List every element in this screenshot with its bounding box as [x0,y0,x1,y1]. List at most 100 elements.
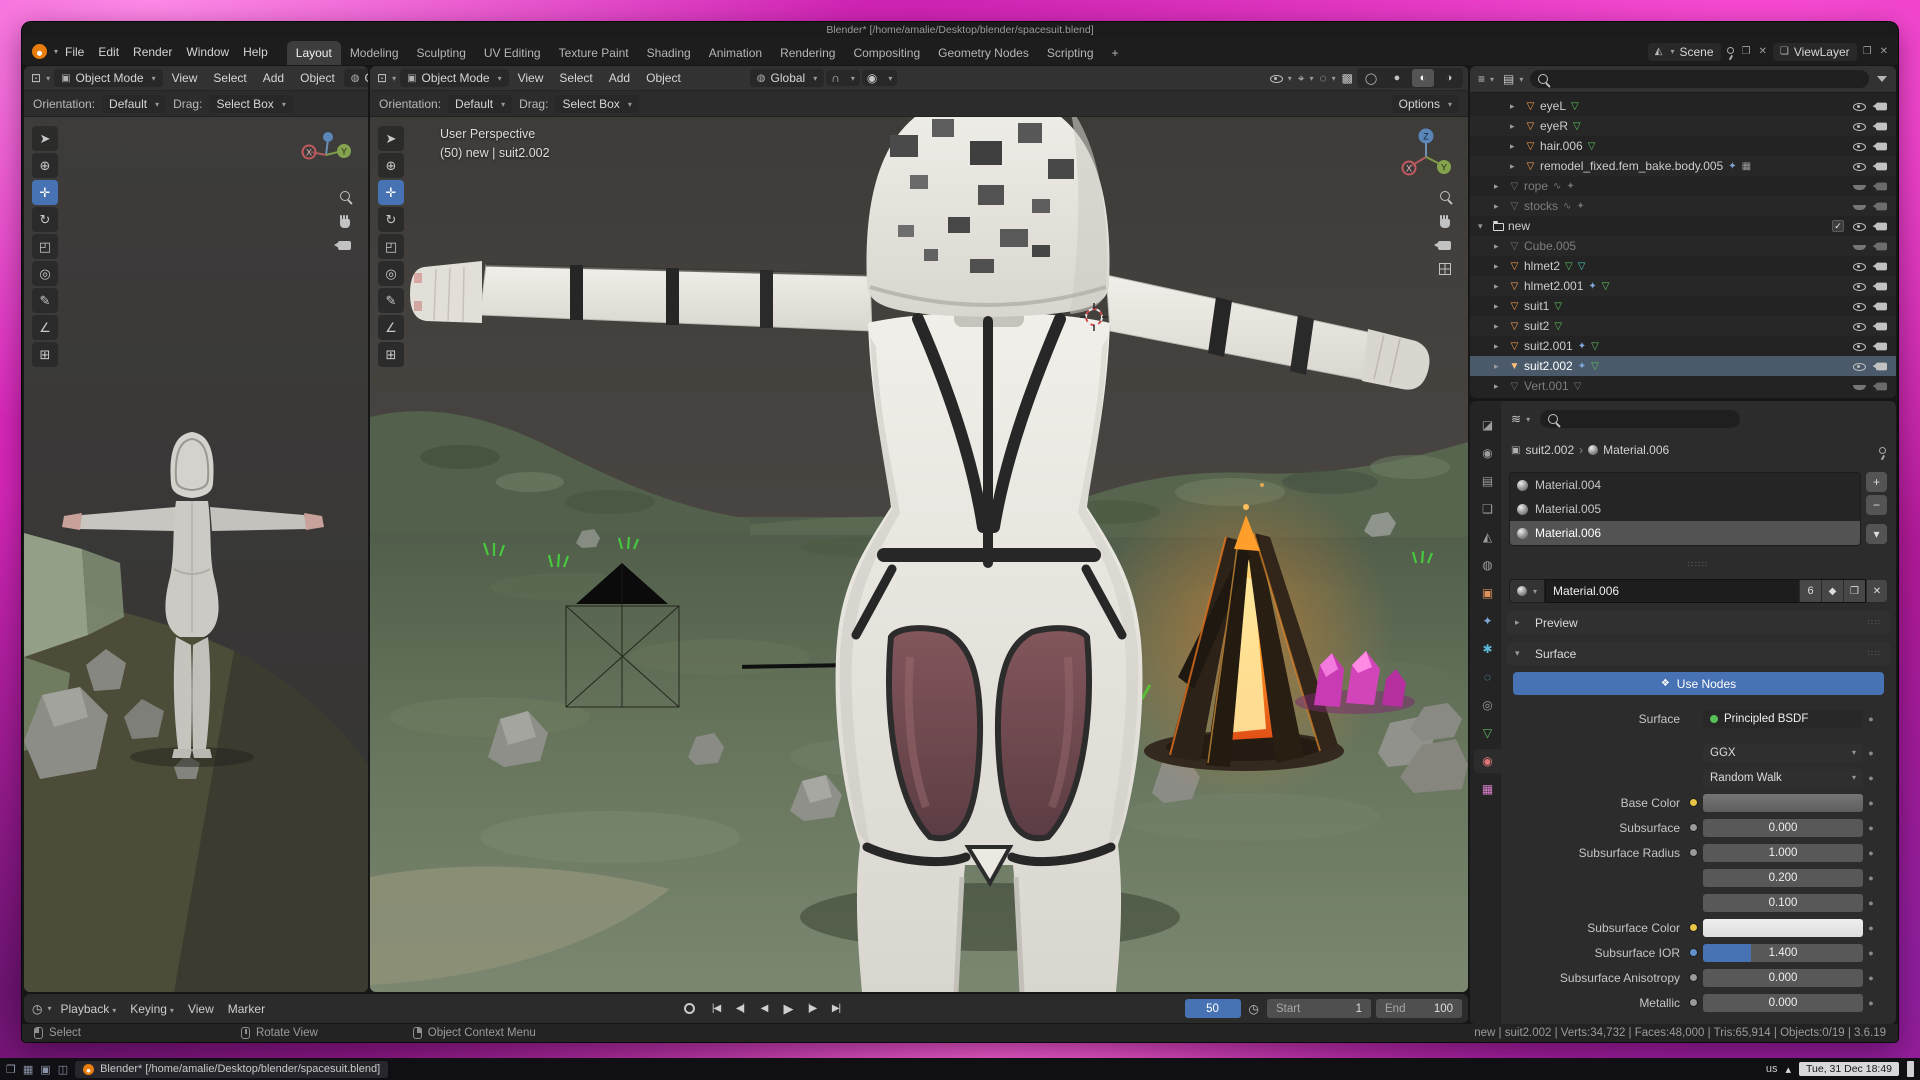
outliner-item[interactable]: ▸▽hlmet2▽▽ [1470,256,1896,276]
tab-constraints[interactable]: ◎ [1474,693,1501,717]
subsurface-radius-y[interactable]: 0.200 [1703,869,1863,887]
current-frame-field[interactable]: 50 [1185,999,1241,1018]
object-menu[interactable]: Object [293,69,342,87]
disclosure-icon[interactable]: ▸ [1510,141,1523,152]
outliner-item[interactable]: ▸▽suit1▽ [1470,296,1896,316]
play-button[interactable]: ▶ [777,999,799,1019]
marker-menu[interactable]: Marker [221,1000,272,1018]
ortho-grid-icon[interactable] [1439,263,1451,275]
outliner-item[interactable]: ▸▽rope∿✦ [1470,176,1896,196]
show-desktop-button[interactable] [1907,1061,1914,1077]
outliner-editor-icon[interactable]: ≡▾ [1476,72,1496,86]
viewport-secondary-canvas[interactable]: ➤ ⊕ ✛ ↻ ◰ ◎ ✎ ∠ ⊞ Y X [24,117,368,992]
eye-icon[interactable] [1853,301,1866,312]
filter-icon[interactable] [1877,76,1887,82]
tab-output[interactable]: ▤ [1474,469,1501,493]
surface-section-header[interactable]: ▾Surface∷∷ [1507,642,1890,665]
tab-object-data[interactable]: ▽ [1474,721,1501,745]
shading-rendered-icon[interactable]: ◑ [1438,69,1460,87]
subsurface-ior-slider[interactable]: 1.400 [1703,944,1863,962]
proportional-edit-icon[interactable]: ◉ [865,71,879,85]
tab-layout[interactable]: Layout [287,41,341,65]
camera-icon[interactable] [1876,202,1887,210]
outliner-display-mode-icon[interactable]: ▤▾ [1501,72,1525,86]
select-menu[interactable]: Select [206,69,253,87]
tab-texture[interactable]: ▦ [1474,777,1501,801]
breadcrumb-material[interactable]: Material.006 [1603,443,1669,457]
outliner-item[interactable]: ▸▽eyeR▽ [1470,116,1896,136]
eye-icon[interactable] [1853,361,1866,372]
camera-icon[interactable] [1876,122,1887,130]
close-viewlayer-icon[interactable]: ✕ [1878,46,1890,57]
tab-object[interactable]: ▣ [1474,581,1501,605]
camera-icon[interactable] [1876,362,1887,370]
pan-hand-icon[interactable] [1440,219,1450,228]
disclosure-icon[interactable]: ▸ [1494,241,1507,252]
editor-type-icon[interactable]: ⊡▾ [29,71,52,85]
panel-grip[interactable]: ∷∷∷ [1501,560,1896,569]
camera-icon[interactable] [1876,322,1887,330]
camera-icon[interactable] [1876,102,1887,110]
tab-tool[interactable]: ◪ [1474,413,1501,437]
disclosure-icon[interactable]: ▸ [1494,361,1507,372]
orientation-value-dropdown[interactable]: Default▾ [448,95,512,113]
tab-material[interactable]: ◉ [1474,749,1501,773]
editor-type-icon[interactable]: ⊡▾ [375,71,398,85]
measure-tool-button[interactable]: ∠ [32,315,58,340]
distribution-dropdown[interactable]: GGX▾ [1703,744,1863,762]
fake-user-shield-icon[interactable]: ◆ [1821,580,1843,602]
add-workspace-button[interactable]: + [1103,41,1128,65]
keyboard-layout-indicator[interactable]: us [1766,1063,1778,1075]
eye-closed-icon[interactable] [1853,181,1866,192]
scale-tool-button[interactable]: ◰ [378,234,404,259]
blender-logo-icon[interactable] [32,44,47,59]
end-frame-field[interactable]: End100 [1376,999,1462,1018]
material-name-field[interactable]: Material.006 6 ◆ ❐ [1545,579,1866,603]
outliner-item[interactable]: ▸▽Cube.005 [1470,236,1896,256]
menu-render[interactable]: Render [126,42,179,62]
secondary-3d-scene[interactable] [24,117,368,992]
menu-edit[interactable]: Edit [91,42,126,62]
outliner-item[interactable]: ▸▽remodel_fixed.fem_bake.body.005✦▦ [1470,156,1896,176]
material-slot[interactable]: Material.004 [1510,473,1860,497]
shading-material-icon[interactable]: ◐ [1412,69,1434,87]
close-scene-icon[interactable]: ✕ [1756,46,1768,57]
camera-view-icon[interactable] [1438,241,1451,250]
tab-render[interactable]: ◉ [1474,441,1501,465]
tray-icon[interactable]: ▴ [1785,1063,1791,1076]
use-nodes-button[interactable]: ❖Use Nodes [1513,672,1884,695]
outliner-search-input[interactable] [1530,70,1869,88]
proportional-dropdown[interactable]: ▾ [883,74,894,83]
add-menu[interactable]: Add [602,69,637,87]
tab-physics[interactable]: ◌ [1474,665,1501,689]
disclosure-icon[interactable]: ▸ [1494,381,1507,392]
next-keyframe-button[interactable]: |▶ [801,999,823,1019]
disclosure-icon[interactable]: ▾ [1478,221,1491,232]
tab-modeling[interactable]: Modeling [341,41,408,65]
cursor-tool-button[interactable]: ⊕ [378,153,404,178]
outliner-item-active[interactable]: ▸▼suit2.002✦▽ [1470,356,1896,376]
zoom-icon[interactable] [1440,191,1450,201]
tab-scene[interactable]: ◭ [1474,525,1501,549]
subsurface-color-swatch[interactable] [1703,919,1863,937]
options-dropdown[interactable]: Options▾ [1392,95,1459,113]
show-object-types-dropdown[interactable]: ▾ [1268,73,1294,84]
scale-tool-button[interactable]: ◰ [32,234,58,259]
camera-icon[interactable] [1876,222,1887,230]
surface-shader-field[interactable]: Principled BSDF [1703,710,1863,728]
eye-closed-icon[interactable] [1853,241,1866,252]
taskbar-clock[interactable]: Tue, 31 Dec 18:49 [1799,1062,1899,1076]
remove-slot-button[interactable]: − [1866,495,1887,515]
outliner-item[interactable]: ▸▽hair.006▽ [1470,136,1896,156]
outliner-item[interactable]: ▸▽hlmet2.001✦▽ [1470,276,1896,296]
eye-icon[interactable] [1853,341,1866,352]
drag-value-dropdown[interactable]: Select Box▾ [209,95,292,113]
window-titlebar[interactable]: Blender* [/home/amalie/Desktop/blender/s… [22,22,1898,38]
eye-icon[interactable] [1853,141,1866,152]
slot-specials-dropdown[interactable]: ▾ [1866,524,1887,544]
tab-modifiers[interactable]: ✦ [1474,609,1501,633]
eye-icon[interactable] [1853,321,1866,332]
playback-menu[interactable]: Playback▾ [54,1000,124,1018]
tab-particles[interactable]: ✱ [1474,637,1501,661]
unlink-material-button[interactable]: ✕ [1866,579,1888,603]
